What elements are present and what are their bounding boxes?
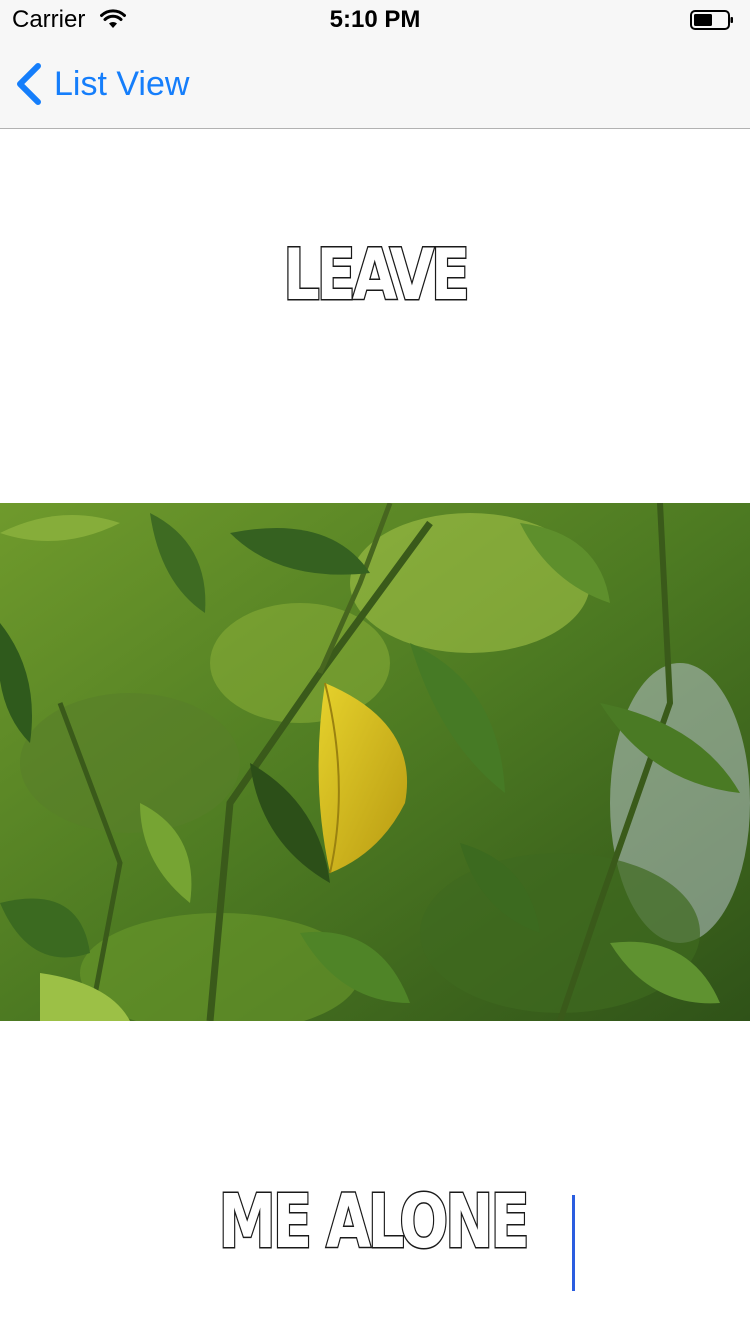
- bottom-caption-text[interactable]: ME ALONE: [217, 1178, 531, 1267]
- meme-editor: LEAVE ME ALONE: [0, 129, 750, 1334]
- battery-icon: [690, 10, 733, 30]
- back-button[interactable]: List View: [14, 60, 189, 108]
- clock-time: 5:10 PM: [329, 6, 421, 33]
- status-bar: Carrier 5:10 PM: [0, 0, 750, 40]
- chevron-left-icon: [17, 63, 41, 105]
- text-cursor: [572, 1194, 576, 1291]
- bottom-caption-field[interactable]: ME ALONE: [0, 1178, 750, 1291]
- meme-photo: [0, 503, 750, 1021]
- top-caption-text[interactable]: LEAVE: [68, 233, 683, 318]
- back-button-label: List View: [54, 64, 190, 103]
- navigation-bar: List View: [0, 40, 750, 129]
- leaves-photo: [0, 503, 750, 1021]
